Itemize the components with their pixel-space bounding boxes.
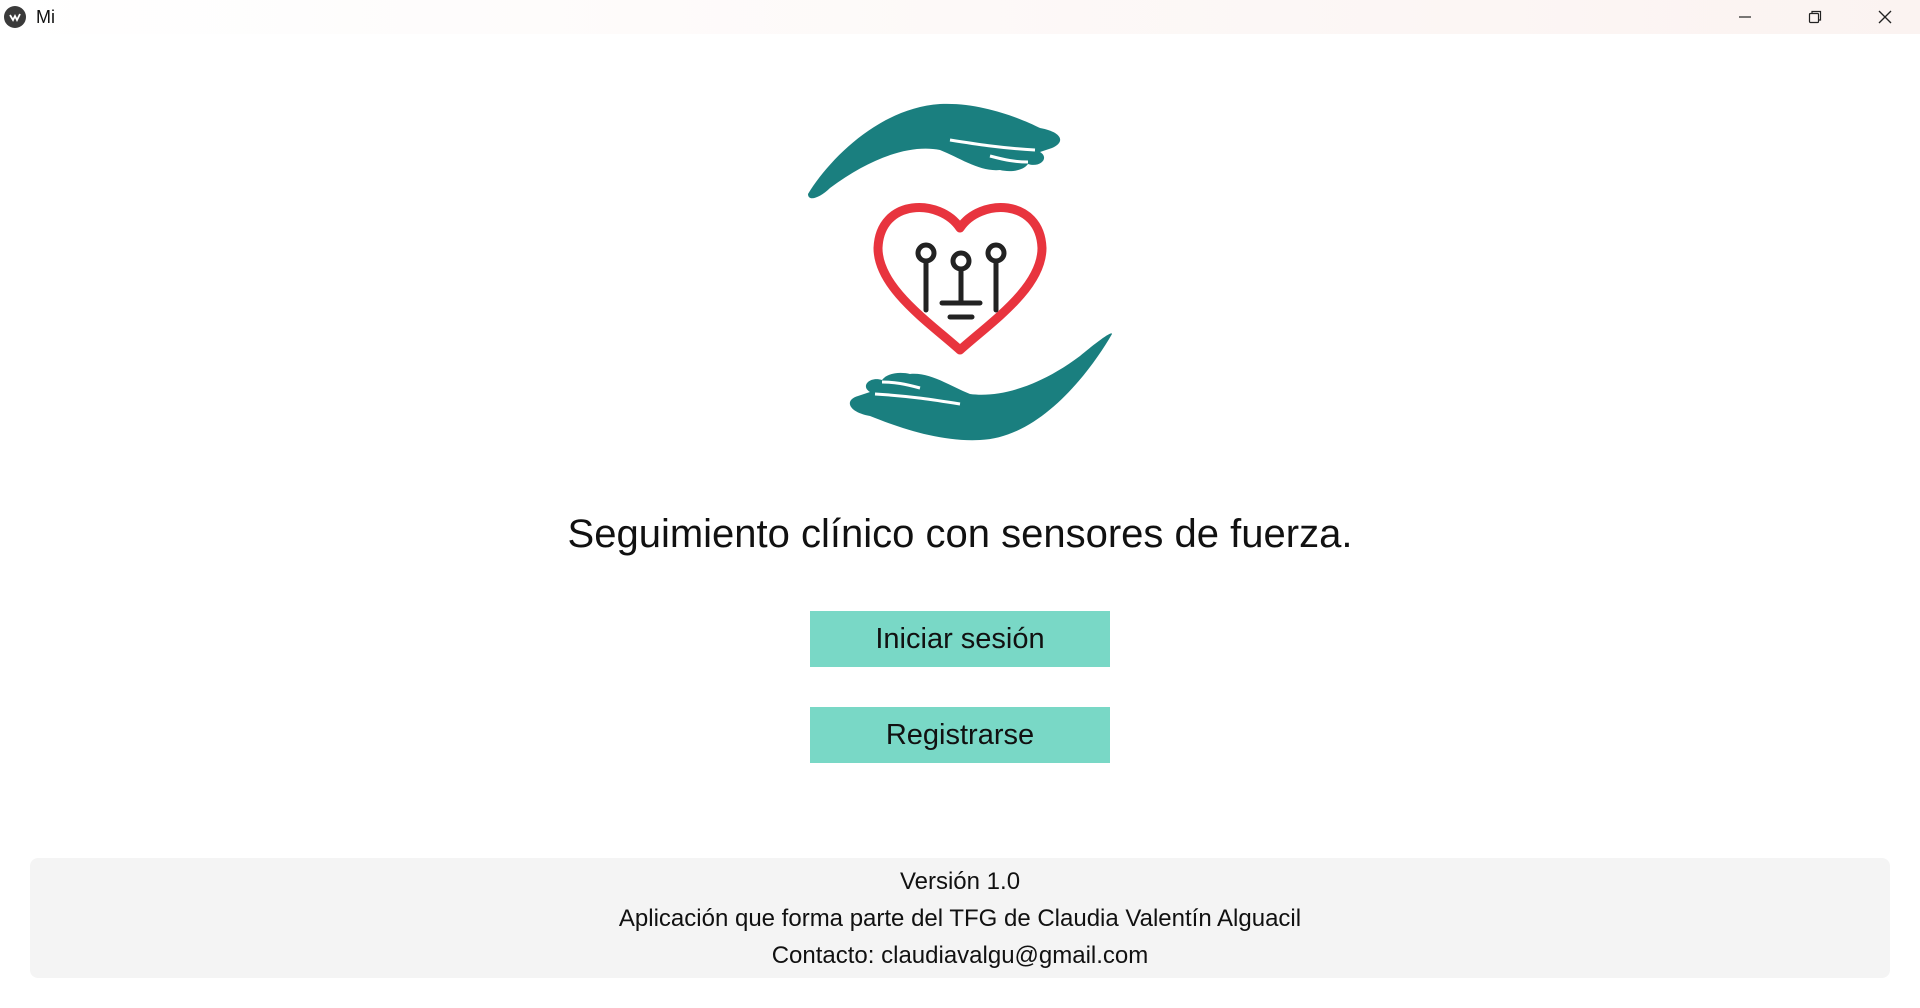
version-text: Versión 1.0 [899, 867, 1021, 895]
minimize-icon [1739, 16, 1751, 18]
window-title: Mi [36, 6, 55, 27]
restore-icon [1808, 10, 1822, 24]
description-text: Aplicación que forma parte del TFG de Cl… [618, 904, 1302, 932]
app-tagline: Seguimiento clínico con sensores de fuer… [567, 512, 1353, 556]
minimize-button[interactable] [1710, 0, 1780, 34]
footer-info-panel: Versión 1.0 Aplicación que forma parte d… [30, 858, 1890, 978]
restore-button[interactable] [1780, 0, 1850, 34]
register-button[interactable]: Registrarse [810, 707, 1110, 763]
app-icon [4, 6, 26, 28]
title-bar: Mi [0, 0, 1920, 34]
close-icon [1878, 10, 1892, 24]
window-controls [1710, 0, 1920, 34]
hands-heart-circuit-logo [800, 98, 1120, 448]
contact-text: Contacto: claudiavalgu@gmail.com [771, 941, 1149, 969]
login-button[interactable]: Iniciar sesión [810, 611, 1110, 667]
close-button[interactable] [1850, 0, 1920, 34]
